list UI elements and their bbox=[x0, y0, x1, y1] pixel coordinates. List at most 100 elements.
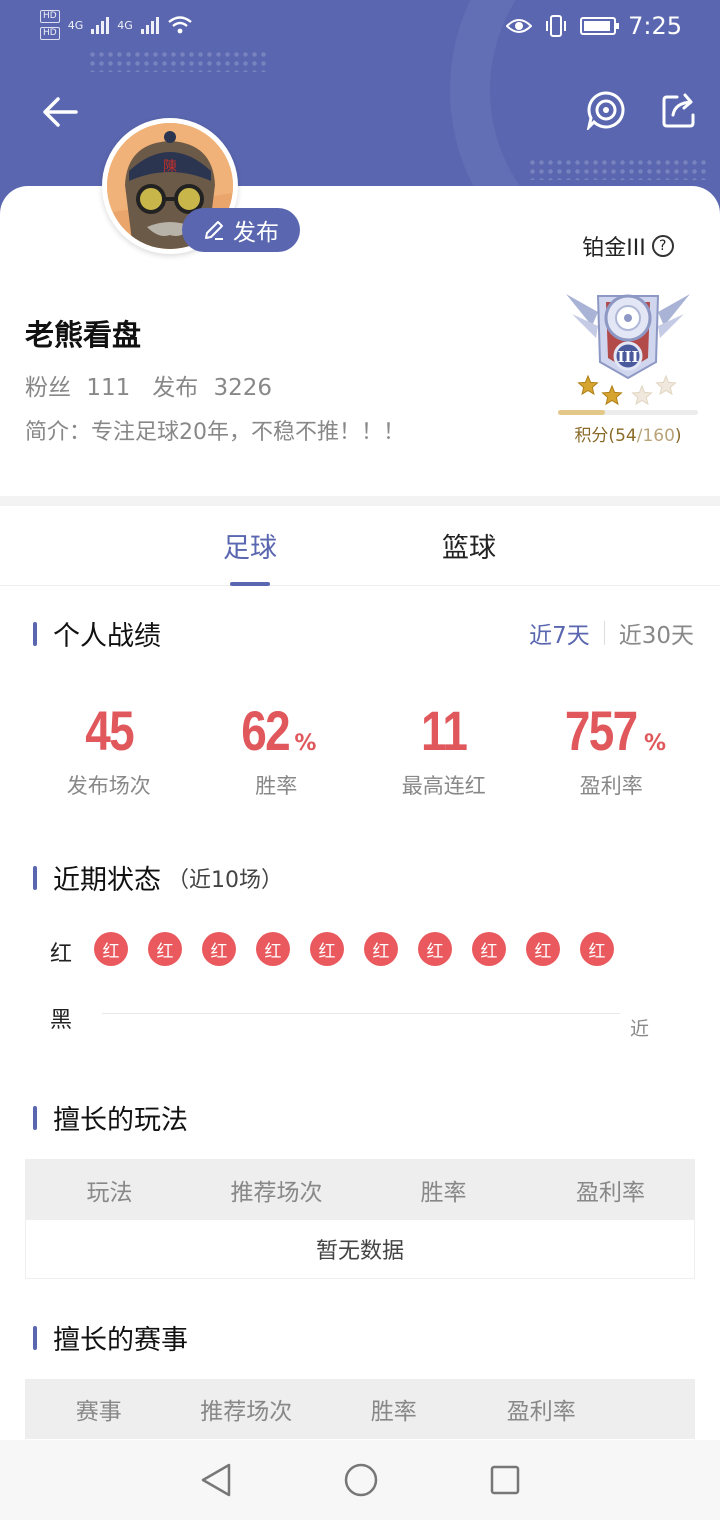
vibrate-icon bbox=[546, 15, 567, 37]
posts-count: 3226 bbox=[213, 375, 273, 401]
column-header: 盈利率 bbox=[506, 1399, 576, 1425]
column-header: 赛事 bbox=[75, 1399, 122, 1425]
arrow-left-icon bbox=[43, 97, 78, 127]
result-dot: 红 bbox=[364, 932, 398, 966]
section-divider bbox=[0, 496, 720, 506]
result-dot: 红 bbox=[148, 932, 182, 966]
chat-target-button[interactable] bbox=[584, 88, 628, 132]
period-7d[interactable]: 近7天 bbox=[529, 616, 590, 650]
rank-panel[interactable]: 铂金III ? III 积分(54/160) bbox=[556, 230, 700, 446]
fans-label: 粉丝 bbox=[25, 375, 71, 401]
hd-badge-2: HD bbox=[40, 27, 60, 40]
system-nav-bar bbox=[0, 1440, 720, 1520]
result-dot: 红 bbox=[472, 932, 506, 966]
result-dot: 红 bbox=[580, 932, 614, 966]
publish-button[interactable]: 发布 bbox=[182, 208, 300, 252]
column-header: 胜率 bbox=[370, 1399, 417, 1425]
period-30d[interactable]: 近30天 bbox=[619, 616, 694, 650]
nav-back-icon[interactable] bbox=[199, 1462, 233, 1498]
table-header: 赛事 推荐场次 胜率 盈利率 bbox=[25, 1379, 695, 1439]
recent-results: 红红红红红红红红红红 bbox=[94, 932, 614, 966]
tab-active-indicator bbox=[230, 582, 270, 586]
share-button[interactable] bbox=[658, 88, 702, 132]
stat-win-rate: 62% 胜率 bbox=[193, 700, 361, 800]
status-left: HD HD 4G 4G bbox=[40, 10, 193, 40]
rank-title: 铂金III bbox=[582, 236, 646, 261]
eye-icon bbox=[506, 19, 533, 33]
sport-tabs: 足球 篮球 bbox=[0, 506, 720, 586]
pencil-icon bbox=[205, 221, 223, 240]
nav-home-icon[interactable] bbox=[343, 1462, 379, 1498]
network-1-label: 4G bbox=[67, 18, 84, 32]
good-plays-title: 擅长的玩法 bbox=[33, 1098, 188, 1137]
stat-label: 发布场次 bbox=[66, 774, 151, 798]
axis-near-label: 近 bbox=[630, 1018, 650, 1040]
recent-subtitle: （近10场） bbox=[167, 867, 283, 893]
good-leagues-title: 擅长的赛事 bbox=[33, 1318, 188, 1357]
rank-score: 积分(54/160) bbox=[574, 426, 682, 446]
star-empty-icon bbox=[631, 384, 653, 406]
stat-posts: 45 发布场次 bbox=[25, 700, 193, 800]
performance-title: 个人战绩 bbox=[33, 614, 161, 653]
clock: 7:25 bbox=[628, 12, 682, 40]
good-leagues-table: 赛事 推荐场次 胜率 盈利率 bbox=[25, 1379, 695, 1439]
status-bar: HD HD 4G 4G 7:25 bbox=[0, 0, 720, 56]
empty-state: 暂无数据 bbox=[26, 1220, 694, 1278]
result-dot: 红 bbox=[94, 932, 128, 966]
result-dot: 红 bbox=[256, 932, 290, 966]
rank-score-total: 160 bbox=[642, 426, 675, 446]
rank-progress-fill bbox=[558, 410, 606, 415]
rank-stars bbox=[577, 374, 677, 406]
table-header: 玩法 推荐场次 胜率 盈利率 bbox=[26, 1160, 694, 1220]
period-switch: 近7天 近30天 bbox=[529, 616, 694, 650]
profile-page: HD HD 4G 4G 7:25 陳 发布 老熊看盘 粉丝 111 发布 322… bbox=[0, 0, 720, 1520]
result-dot: 红 bbox=[418, 932, 452, 966]
star-filled-icon bbox=[601, 384, 623, 406]
publish-label: 发布 bbox=[233, 220, 279, 246]
star-filled-icon bbox=[577, 374, 599, 396]
black-row-label: 黑 bbox=[50, 1008, 73, 1033]
status-right: 7:25 bbox=[506, 12, 682, 40]
intro-text: 专注足球20年，不稳不推！！！ bbox=[91, 420, 406, 445]
profile-intro: 简介： 专注足球20年，不稳不推！！！ bbox=[25, 414, 405, 446]
stat-label: 胜率 bbox=[255, 774, 298, 798]
stat-label: 最高连红 bbox=[401, 774, 486, 798]
result-dot: 红 bbox=[202, 932, 236, 966]
red-row-label: 红 bbox=[50, 942, 73, 967]
stat-value: 11 bbox=[421, 699, 468, 762]
profile-stats: 粉丝 111 发布 3226 bbox=[25, 368, 272, 402]
target-chat-icon bbox=[586, 91, 625, 130]
column-header: 推荐场次 bbox=[230, 1180, 323, 1206]
nav-recents-icon[interactable] bbox=[489, 1464, 521, 1496]
back-button[interactable] bbox=[36, 88, 84, 136]
tab-football[interactable]: 足球 bbox=[223, 526, 277, 565]
rank-progress-bar bbox=[558, 410, 698, 415]
tab-basketball[interactable]: 篮球 bbox=[442, 526, 496, 565]
svg-text:III: III bbox=[617, 348, 638, 366]
recent-title: 近期状态 （近10场） bbox=[33, 858, 283, 897]
hd-badge-1: HD bbox=[40, 10, 60, 23]
star-empty-icon bbox=[655, 374, 677, 396]
posts-label: 发布 bbox=[152, 375, 199, 401]
wifi-icon bbox=[168, 16, 192, 34]
result-dot: 红 bbox=[310, 932, 344, 966]
stat-value: 757 bbox=[564, 699, 637, 762]
question-circle-icon[interactable]: ? bbox=[651, 235, 674, 257]
black-baseline bbox=[102, 1013, 620, 1014]
profile-name: 老熊看盘 bbox=[25, 318, 142, 352]
fans-count: 111 bbox=[86, 375, 131, 401]
signal-2-icon bbox=[140, 16, 159, 34]
column-header: 胜率 bbox=[420, 1180, 467, 1206]
result-dot: 红 bbox=[526, 932, 560, 966]
performance-stats: 45 发布场次 62% 胜率 11 最高连红 757% 盈利率 bbox=[25, 700, 695, 800]
rank-title-row: 铂金III ? bbox=[556, 230, 700, 262]
column-header: 推荐场次 bbox=[200, 1399, 293, 1425]
signal-1-icon bbox=[91, 16, 110, 34]
column-header: 盈利率 bbox=[576, 1180, 645, 1206]
stat-max-streak: 11 最高连红 bbox=[360, 700, 528, 800]
battery-icon bbox=[580, 17, 620, 35]
network-2-label: 4G bbox=[117, 18, 133, 32]
rank-score-current: 54 bbox=[615, 426, 637, 446]
good-plays-table: 玩法 推荐场次 胜率 盈利率 暂无数据 bbox=[25, 1159, 695, 1279]
column-header: 玩法 bbox=[86, 1180, 133, 1206]
